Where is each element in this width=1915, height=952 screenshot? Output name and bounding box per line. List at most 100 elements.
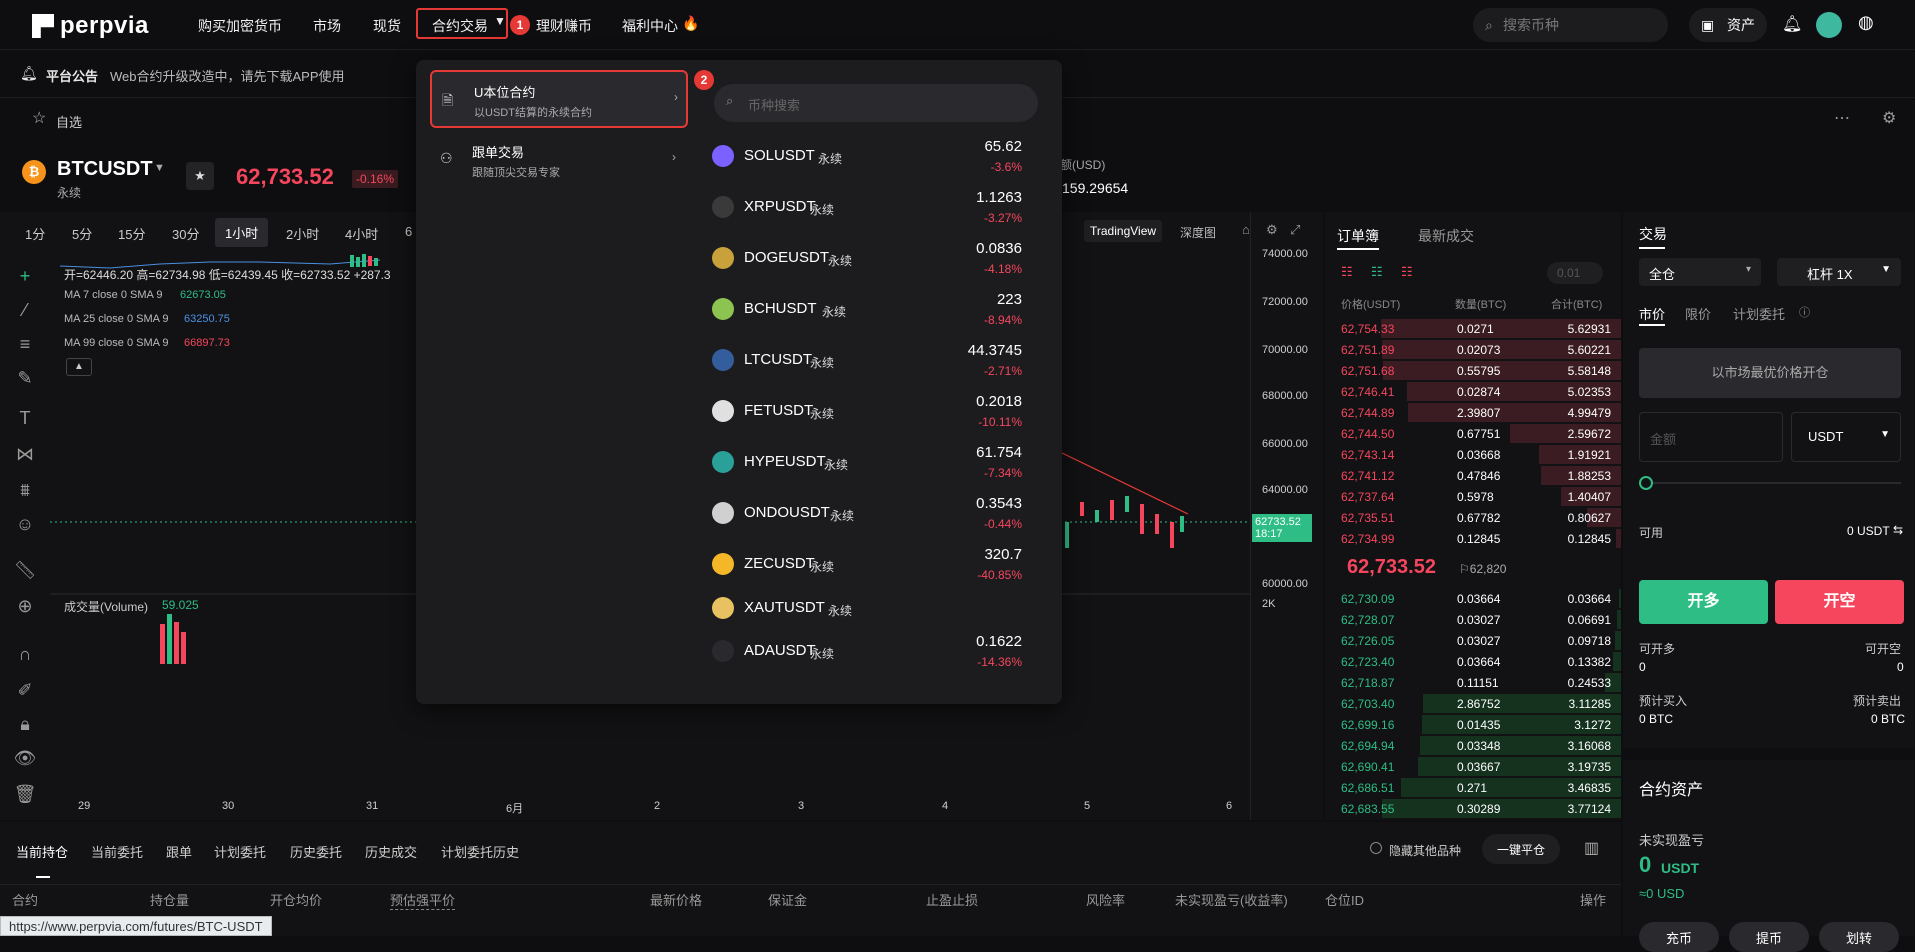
slider-track[interactable] <box>1639 482 1901 484</box>
trash-icon[interactable]: 🗑︎ <box>12 784 38 808</box>
ruler-icon[interactable]: 📏︎ <box>12 560 38 584</box>
fib-icon[interactable]: ⩩ <box>12 480 38 504</box>
bid-row[interactable]: 62,694.94 0.03348 3.16068 <box>1325 735 1621 756</box>
bid-row[interactable]: 62,730.09 0.03664 0.03664 <box>1325 588 1621 609</box>
interval-1h[interactable]: 1小时 <box>215 218 269 247</box>
transfer-icon[interactable]: ⇆ <box>1893 523 1903 537</box>
book-mode-both-icon[interactable]: ☷ <box>1341 264 1353 280</box>
nav-spot[interactable]: 现货 <box>373 16 401 36</box>
coin-row-hypeusdt[interactable]: HYPEUSDT 永续 61.754 -7.34% <box>706 438 1046 488</box>
bid-row[interactable]: 62,686.51 0.271 3.46835 <box>1325 777 1621 798</box>
avatar[interactable] <box>1816 12 1842 38</box>
ask-row[interactable]: 62,737.64 0.5978 1.40407 <box>1325 486 1621 507</box>
coin-row-ltcusdt[interactable]: LTCUSDT 永续 44.3745 -2.71% <box>706 336 1046 386</box>
symbol-caret-icon[interactable]: ▼ <box>154 162 165 174</box>
trendline-icon[interactable]: ⁄ <box>12 300 38 324</box>
perpvia-logo[interactable]: perpvia <box>32 12 149 40</box>
tradingview-tab[interactable]: TradingView <box>1084 220 1163 242</box>
coin-row-xrpusdt[interactable]: XRPUSDT 永续 1.1263 -3.27% <box>706 183 1046 233</box>
open-long-button[interactable]: 开多 <box>1639 580 1768 624</box>
lock-icon[interactable]: 🔒︎ <box>12 714 38 738</box>
interval-30m[interactable]: 30分 <box>172 224 199 243</box>
order-tab-plan[interactable]: 计划委托 <box>1733 304 1785 323</box>
book-mode-bids-icon[interactable]: ☷ <box>1371 264 1383 280</box>
favorites-label[interactable]: 自选 <box>56 112 82 131</box>
tab-order-history[interactable]: 历史委托 <box>290 842 342 861</box>
magnet-icon[interactable]: ∩ <box>12 644 38 668</box>
nav-market[interactable]: 市场 <box>313 16 341 36</box>
favorite-star-icon[interactable]: ★ <box>186 162 214 190</box>
chart-toggle-icon[interactable]: ▥ <box>1584 838 1599 858</box>
tab-copy[interactable]: 跟单 <box>166 842 192 861</box>
settings-icon[interactable]: ⚙ <box>1882 108 1896 128</box>
bid-row[interactable]: 62,728.07 0.03027 0.06691 <box>1325 609 1621 630</box>
ask-row[interactable]: 62,754.33 0.0271 5.62931 <box>1325 318 1621 339</box>
nav-buy-crypto[interactable]: 购买加密货币 <box>198 16 282 36</box>
pattern-icon[interactable]: ⋈ <box>12 444 38 468</box>
tab-trade-history[interactable]: 历史成交 <box>365 842 417 861</box>
ask-row[interactable]: 62,744.50 0.67751 2.59672 <box>1325 423 1621 444</box>
menu-usdt-perp[interactable]: 🗎 U本位合约 以USDT结算的永续合约 › <box>430 70 688 128</box>
coin-row-ondousdt[interactable]: ONDOUSDT 永续 0.3543 -0.44% <box>706 489 1046 539</box>
symbol-title[interactable]: BTCUSDT <box>57 158 153 181</box>
ask-row[interactable]: 62,735.51 0.67782 0.80627 <box>1325 507 1621 528</box>
transfer-button[interactable]: 划转 <box>1819 922 1899 952</box>
bid-row[interactable]: 62,718.87 0.11151 0.24533 <box>1325 672 1621 693</box>
deposit-button[interactable]: 充币 <box>1639 922 1719 952</box>
slider-handle[interactable] <box>1639 476 1653 490</box>
unit-select[interactable]: USDT ▼ <box>1791 412 1901 462</box>
ask-row[interactable]: 62,746.41 0.02874 5.02353 <box>1325 381 1621 402</box>
amount-input[interactable]: 金额 <box>1639 412 1783 462</box>
brush-icon[interactable]: ✎ <box>12 368 38 392</box>
bid-row[interactable]: 62,699.16 0.01435 3.1272 <box>1325 714 1621 735</box>
pencil-lock-icon[interactable]: ✐ <box>12 680 38 704</box>
tab-orderbook[interactable]: 订单簿 <box>1337 226 1379 246</box>
withdraw-button[interactable]: 提币 <box>1729 922 1809 952</box>
precision-select[interactable]: 0.01 <box>1547 262 1603 284</box>
interval-6h[interactable]: 6 <box>405 224 412 239</box>
more-icon[interactable]: ⋯ <box>1834 108 1850 128</box>
eye-icon[interactable]: 👁︎ <box>12 748 38 772</box>
interval-1m[interactable]: 1分 <box>25 224 45 243</box>
crosshair-icon[interactable]: + <box>12 266 38 290</box>
star-outline-icon[interactable]: ☆ <box>32 108 46 128</box>
chart-type-icon[interactable]: ⌂ <box>1242 222 1250 237</box>
interval-4h[interactable]: 4小时 <box>345 224 378 243</box>
tab-plan-history[interactable]: 计划委托历史 <box>441 842 519 861</box>
assets-button[interactable]: ▣ 资产 <box>1689 8 1767 42</box>
order-tab-limit[interactable]: 限价 <box>1685 304 1711 323</box>
margin-mode-select[interactable]: 全仓 ▾ <box>1639 258 1761 286</box>
emoji-icon[interactable]: ☺ <box>12 514 38 538</box>
ask-row[interactable]: 62,744.89 2.39807 4.99479 <box>1325 402 1621 423</box>
tab-plan-orders[interactable]: 计划委托 <box>214 842 266 861</box>
tab-open-orders[interactable]: 当前委托 <box>91 842 143 861</box>
coin-row-dogeusdt[interactable]: DOGEUSDT 永续 0.0836 -4.18% <box>706 234 1046 284</box>
open-short-button[interactable]: 开空 <box>1775 580 1904 624</box>
leverage-select[interactable]: 杠杆 1X ▼ <box>1777 258 1901 286</box>
hide-other-label[interactable]: 隐藏其他品种 <box>1389 842 1461 859</box>
text-tool-icon[interactable]: T <box>12 408 38 432</box>
hide-other-checkbox[interactable] <box>1370 842 1382 854</box>
coin-row-zecusdt[interactable]: ZECUSDT 永续 320.7 -40.85% <box>706 540 1046 590</box>
ask-row[interactable]: 62,743.14 0.03668 1.91921 <box>1325 444 1621 465</box>
top-search-input[interactable]: ⌕ 搜索币种 <box>1473 8 1668 42</box>
bid-row[interactable]: 62,703.40 2.86752 3.11285 <box>1325 693 1621 714</box>
globe-icon[interactable]: ◍ <box>1858 12 1874 33</box>
coin-search-input[interactable]: ⌕ 币种搜索 <box>714 84 1038 122</box>
bid-row[interactable]: 62,690.41 0.03667 3.19735 <box>1325 756 1621 777</box>
announce-text[interactable]: Web合约升级改造中，请先下载APP使用 <box>110 66 345 85</box>
bid-row[interactable]: 62,683.55 0.30289 3.77124 <box>1325 798 1621 819</box>
nav-futures[interactable]: 合约交易 <box>432 16 488 36</box>
coin-row-fetusdt[interactable]: FETUSDT 永续 0.2018 -10.11% <box>706 387 1046 437</box>
interval-5m[interactable]: 5分 <box>72 224 92 243</box>
ask-row[interactable]: 62,741.12 0.47846 1.88253 <box>1325 465 1621 486</box>
order-tab-market[interactable]: 市价 <box>1639 304 1665 323</box>
interval-2h[interactable]: 2小时 <box>286 224 319 243</box>
tab-positions[interactable]: 当前持仓 <box>16 842 68 861</box>
nav-rewards[interactable]: 福利中心 <box>622 16 678 36</box>
book-mode-asks-icon[interactable]: ☷ <box>1401 264 1413 280</box>
depth-tab[interactable]: 深度图 <box>1176 220 1220 245</box>
coin-row-bchusdt[interactable]: BCHUSDT 永续 223 -8.94% <box>706 285 1046 335</box>
interval-15m[interactable]: 15分 <box>118 224 145 243</box>
zoom-icon[interactable]: ⊕ <box>12 596 38 620</box>
